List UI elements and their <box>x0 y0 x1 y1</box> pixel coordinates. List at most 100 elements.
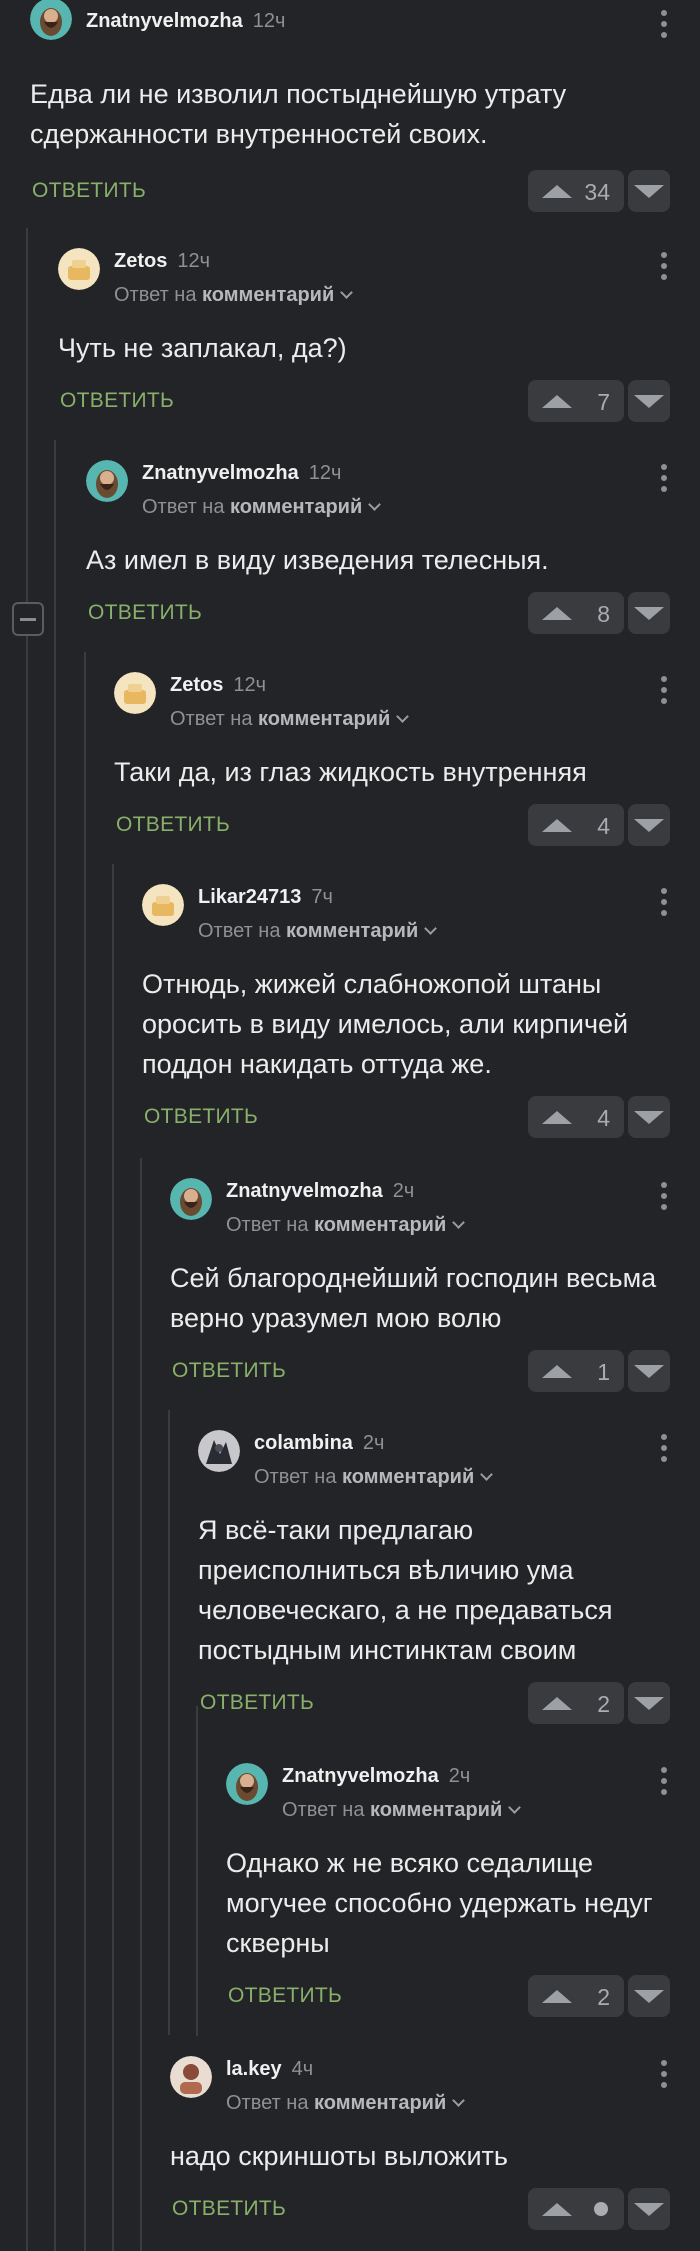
vote-up-button[interactable]: 7 <box>528 380 624 422</box>
chevron-down-icon <box>452 2094 466 2107</box>
avatar[interactable] <box>142 884 184 926</box>
kebab-menu-icon[interactable] <box>660 1434 668 1462</box>
vote-up-icon <box>542 818 572 832</box>
avatar[interactable] <box>198 1430 240 1472</box>
comment-author[interactable]: Znatnyvelmozha 12ч <box>142 462 341 485</box>
chevron-down-icon <box>424 922 438 935</box>
vote-up-button[interactable]: 1 <box>528 1350 624 1392</box>
reply-to[interactable]: Ответ на комментарий <box>198 920 438 943</box>
kebab-menu-icon[interactable] <box>660 252 668 280</box>
reply-button[interactable]: ОТВЕТИТЬ <box>60 389 174 413</box>
vote-down-button[interactable] <box>628 1975 670 2017</box>
vote-down-icon <box>634 1110 664 1124</box>
reply-button[interactable]: ОТВЕТИТЬ <box>88 601 202 625</box>
avatar[interactable] <box>58 248 100 290</box>
vote-down-button[interactable] <box>628 2188 670 2230</box>
vote-up-icon <box>542 1110 572 1124</box>
kebab-menu-icon[interactable] <box>660 464 668 492</box>
avatar[interactable] <box>30 0 72 40</box>
comment-author[interactable]: Likar24713 7ч <box>198 886 333 909</box>
vote-down-button[interactable] <box>628 592 670 634</box>
comment-author[interactable]: Znatnyvelmozha 2ч <box>226 1180 414 1203</box>
vote-up-button[interactable]: 4 <box>528 804 624 846</box>
comment-text: Аз имел в виду изведения телесныя. <box>86 545 549 575</box>
kebab-menu-icon[interactable] <box>660 676 668 704</box>
reply-button[interactable]: ОТВЕТИТЬ <box>228 1984 342 2008</box>
chevron-down-icon <box>480 1468 494 1481</box>
comment-author[interactable]: la.key 4ч <box>226 2058 313 2081</box>
comment-author[interactable]: Zetos 12ч <box>170 674 266 697</box>
kebab-menu-icon[interactable] <box>660 1767 668 1795</box>
reply-to[interactable]: Ответ на комментарий <box>170 708 410 731</box>
comment-header: Zetos 12ч Ответ на комментарий <box>114 670 700 730</box>
comment-author[interactable]: colambina 2ч <box>254 1432 384 1455</box>
comment-time: 12ч <box>177 250 211 272</box>
reply-button[interactable]: ОТВЕТИТЬ <box>172 2197 286 2221</box>
chevron-down-icon <box>452 1216 466 1229</box>
avatar-icon <box>198 1430 240 1472</box>
vote-up-button[interactable] <box>528 2188 624 2230</box>
vote-down-button[interactable] <box>628 804 670 846</box>
reply-to[interactable]: Ответ на комментарий <box>226 1214 466 1237</box>
vote-down-button[interactable] <box>628 380 670 422</box>
reply-button[interactable]: ОТВЕТИТЬ <box>116 813 230 837</box>
vote-down-button[interactable] <box>628 170 670 212</box>
vote-down-icon <box>634 2202 664 2216</box>
vote-down-icon <box>634 1989 664 2003</box>
vote-up-button[interactable]: 8 <box>528 592 624 634</box>
vote-down-icon <box>634 184 664 198</box>
comment-actions: ОТВЕТИТЬ 4 <box>142 1096 700 1140</box>
avatar-icon <box>30 0 72 40</box>
comment: Likar24713 7ч Ответ на комментарий Отнюдь… <box>142 882 700 1140</box>
avatar[interactable] <box>114 672 156 714</box>
reply-button[interactable]: ОТВЕТИТЬ <box>200 1691 314 1715</box>
reply-to[interactable]: Ответ на комментарий <box>114 284 354 307</box>
vote-up-icon <box>542 1364 572 1378</box>
chevron-down-icon <box>396 710 410 723</box>
comment-time: 2ч <box>392 1180 415 1202</box>
kebab-menu-icon[interactable] <box>660 10 668 38</box>
kebab-menu-icon[interactable] <box>660 1182 668 1210</box>
avatar[interactable] <box>170 1178 212 1220</box>
reply-to[interactable]: Ответ на комментарий <box>254 1466 494 1489</box>
reply-to[interactable]: Ответ на комментарий <box>282 1799 522 1822</box>
vote-up-button[interactable]: 4 <box>528 1096 624 1138</box>
vote-down-button[interactable] <box>628 1350 670 1392</box>
avatar-icon <box>86 460 128 502</box>
vote-down-button[interactable] <box>628 1682 670 1724</box>
reply-button[interactable]: ОТВЕТИТЬ <box>144 1105 258 1129</box>
comment-author[interactable]: Zetos 12ч <box>114 250 210 273</box>
comment-author[interactable]: Znatnyvelmozha 2ч <box>282 1765 470 1788</box>
comment-actions: ОТВЕТИТЬ 2 <box>226 1975 700 2019</box>
reply-button[interactable]: ОТВЕТИТЬ <box>32 179 146 203</box>
comment-header: la.key 4ч Ответ на комментарий <box>170 2054 700 2114</box>
kebab-menu-icon[interactable] <box>660 2060 668 2088</box>
vote-up-button[interactable]: 2 <box>528 1682 624 1724</box>
avatar[interactable] <box>226 1763 268 1805</box>
avatar-icon <box>170 1178 212 1220</box>
thread-line <box>168 1410 170 2035</box>
vote-down-icon <box>634 818 664 832</box>
comment: Znatnyvelmozha 2ч Ответ на комментарий Се… <box>170 1176 700 1394</box>
comment-actions: ОТВЕТИТЬ 7 <box>58 380 700 424</box>
vote-up-button[interactable]: 2 <box>528 1975 624 2017</box>
comment-author[interactable]: Znatnyvelmozha 12ч <box>86 10 285 33</box>
reply-to[interactable]: Ответ на комментарий <box>226 2092 466 2115</box>
avatar[interactable] <box>170 2056 212 2098</box>
collapse-thread-button[interactable] <box>12 602 44 636</box>
avatar[interactable] <box>86 460 128 502</box>
reply-button[interactable]: ОТВЕТИТЬ <box>172 1359 286 1383</box>
comment-text: надо скриншоты выложить <box>170 2141 508 2171</box>
collapse-thread-icon <box>20 617 36 621</box>
rating-count: 1 <box>597 1359 610 1385</box>
vote-up-button[interactable]: 34 <box>528 170 624 212</box>
comment-text: Однако ж не всяко седалище могучее спосо… <box>226 1848 653 1958</box>
vote-down-icon <box>634 606 664 620</box>
kebab-menu-icon[interactable] <box>660 888 668 916</box>
reply-to[interactable]: Ответ на комментарий <box>142 496 382 519</box>
chevron-down-icon <box>340 286 354 299</box>
avatar-icon <box>114 672 156 714</box>
thread-line <box>196 1706 198 2036</box>
vote-down-button[interactable] <box>628 1096 670 1138</box>
thread-line <box>112 864 114 2251</box>
